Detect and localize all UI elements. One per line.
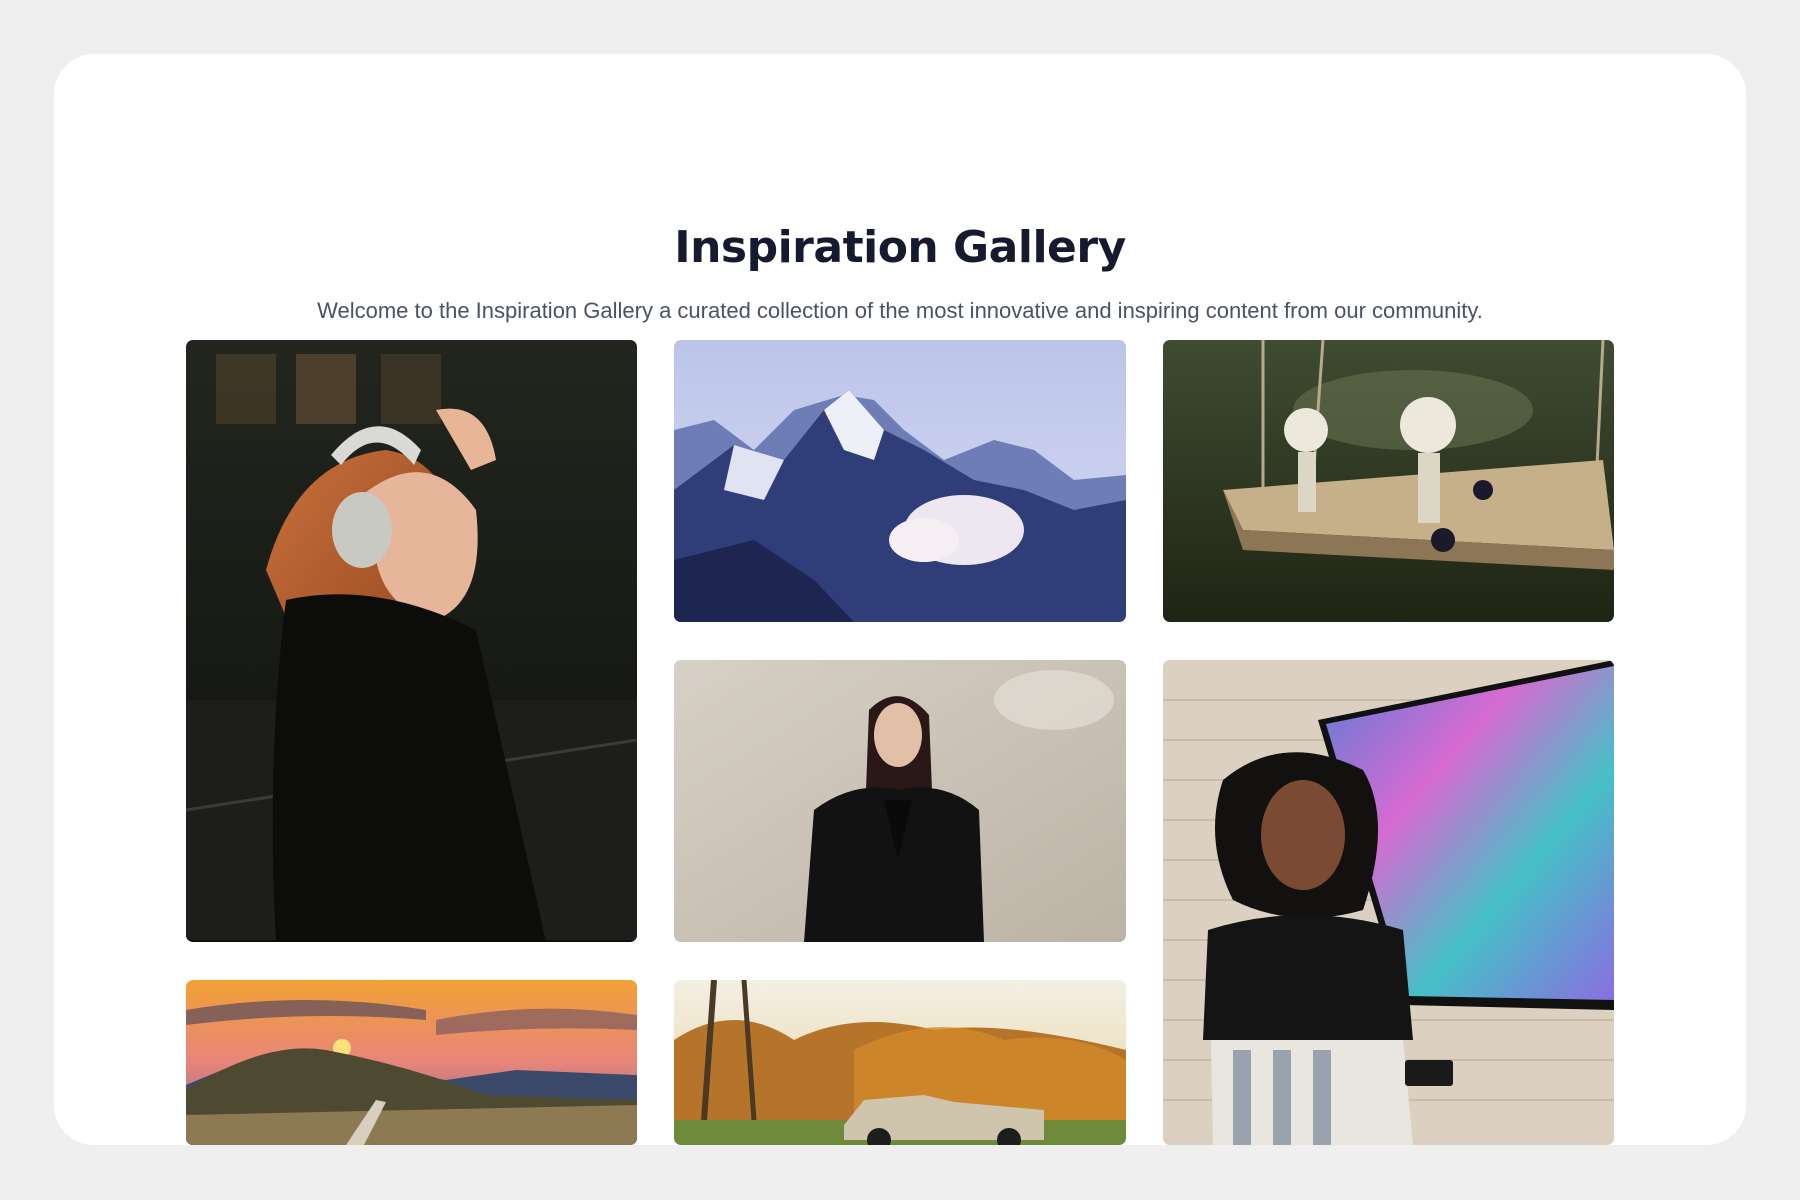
gallery-photo-sunset-hills[interactable] [186, 980, 637, 1145]
gallery-photo-mountain[interactable] [674, 340, 1126, 622]
gallery-photo-tv-woman[interactable] [1163, 660, 1614, 1145]
gallery-photo-blazer-woman[interactable] [674, 660, 1126, 942]
gallery-photo-vintage-car[interactable] [674, 980, 1126, 1145]
gallery-photo-headphones-woman[interactable] [186, 340, 637, 942]
page-title: Inspiration Gallery [674, 222, 1126, 273]
page-subtitle: Welcome to the Inspiration Gallery a cur… [317, 298, 1483, 323]
gallery-photo-skeletons-swing[interactable] [1163, 340, 1614, 622]
